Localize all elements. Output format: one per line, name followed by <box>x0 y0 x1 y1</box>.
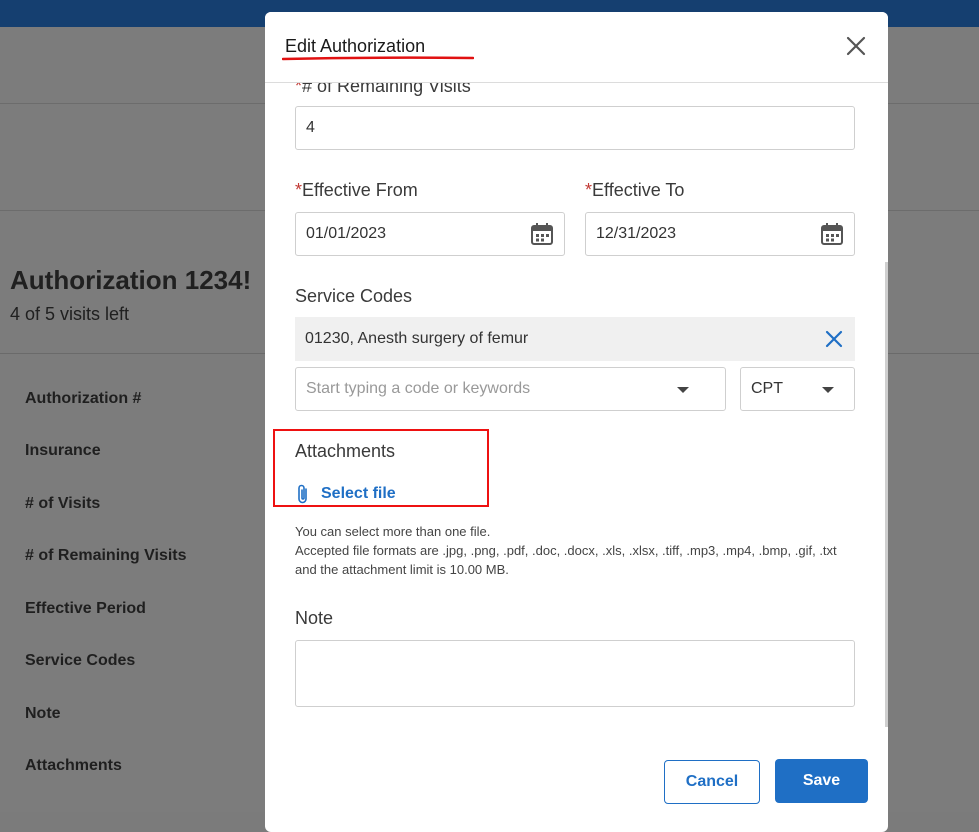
cancel-button[interactable]: Cancel <box>664 760 760 804</box>
remove-code-icon[interactable] <box>825 330 843 348</box>
effective-to-label-text: Effective To <box>592 180 685 200</box>
paperclip-icon <box>298 484 307 504</box>
save-button[interactable]: Save <box>775 759 868 803</box>
modal-title: Edit Authorization <box>285 36 426 56</box>
modal-header: Edit Authorization <box>265 12 888 83</box>
attachments-help-text: You can select more than one file. Accep… <box>295 522 860 579</box>
modal-scrollbar[interactable] <box>885 262 888 727</box>
service-codes-label: Service Codes <box>295 286 413 306</box>
edit-authorization-modal: Edit Authorization *# of Remaining Visit… <box>265 12 888 832</box>
effective-to-value: 12/31/2023 <box>596 225 677 242</box>
chevron-down-icon[interactable] <box>677 387 689 393</box>
remaining-visits-input[interactable]: 4 <box>295 106 855 150</box>
remaining-visits-label-text: # of Remaining Visits <box>302 83 471 96</box>
effective-from-label: *Effective From <box>295 180 418 201</box>
effective-to-input[interactable]: 12/31/2023 <box>585 212 855 256</box>
close-icon[interactable] <box>844 34 868 58</box>
service-code-placeholder: Start typing a code or keywords <box>306 380 531 397</box>
note-label: Note <box>295 608 334 628</box>
note-textarea[interactable] <box>295 640 855 707</box>
help-line-2: Accepted file formats are .jpg, .png, .p… <box>295 543 837 577</box>
required-marker: * <box>295 83 303 96</box>
field-service-codes: Service Codes <box>25 652 136 669</box>
required-marker: * <box>585 180 593 200</box>
effective-from-label-text: Effective From <box>302 180 418 200</box>
authorization-title: Authorization 1234! <box>10 265 252 295</box>
field-insurance: Insurance <box>25 442 101 459</box>
field-authorization-number: Authorization # <box>25 390 142 407</box>
modal-body: *# of Remaining Visits 4 *Effective From… <box>265 83 888 783</box>
field-note: Note <box>25 705 61 722</box>
field-remaining-visits: # of Remaining Visits <box>25 547 187 564</box>
help-line-1: You can select more than one file. <box>295 524 491 539</box>
required-marker: * <box>295 180 303 200</box>
field-visits: # of Visits <box>25 495 101 512</box>
select-file-button[interactable]: Select file <box>295 483 396 505</box>
effective-to-label: *Effective To <box>585 180 684 201</box>
field-attachments: Attachments <box>25 757 122 774</box>
effective-from-input[interactable]: 01/01/2023 <box>295 212 565 256</box>
calendar-icon[interactable] <box>530 222 554 246</box>
remaining-visits-label: *# of Remaining Visits <box>295 83 471 97</box>
attachments-label: Attachments <box>295 441 396 461</box>
visits-left-text: 4 of 5 visits left <box>10 304 130 324</box>
code-type-value: CPT <box>751 380 783 397</box>
code-type-select[interactable]: CPT <box>740 367 855 411</box>
calendar-icon[interactable] <box>820 222 844 246</box>
selected-service-code-text: 01230, Anesth surgery of femur <box>305 330 529 347</box>
selected-service-code-chip: 01230, Anesth surgery of femur <box>295 317 855 361</box>
chevron-down-icon[interactable] <box>822 387 834 393</box>
field-effective-period: Effective Period <box>25 600 146 617</box>
red-underline-annotation <box>282 56 474 61</box>
remaining-visits-value: 4 <box>306 119 315 136</box>
effective-from-value: 01/01/2023 <box>306 225 387 242</box>
select-file-label[interactable]: Select file <box>321 485 396 503</box>
service-code-search-input[interactable]: Start typing a code or keywords <box>295 367 726 411</box>
